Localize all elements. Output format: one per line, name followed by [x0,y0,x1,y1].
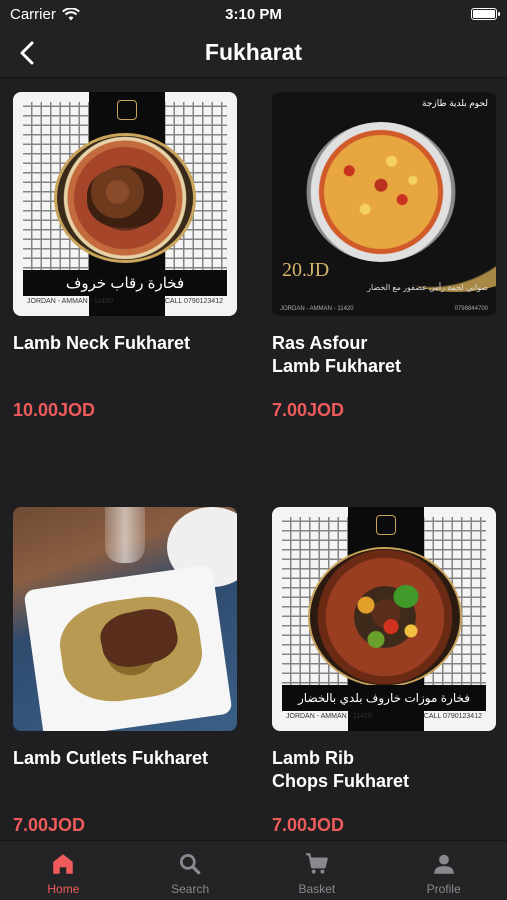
tab-basket[interactable]: Basket [254,841,381,900]
image-description: صواني لحمة رأس عصفور مع الخضار [367,283,488,292]
product-name[interactable]: Lamb Cutlets Fukharet [13,747,237,793]
status-left: Carrier [10,6,80,23]
product-price: 7.00JOD [272,815,345,835]
person-icon [433,854,454,874]
brand-logo [376,515,396,535]
tab-label: Search [171,882,210,896]
page-title: Fukharat [204,39,303,65]
product-name[interactable]: Lamb Rib Chops Fukharet [272,747,496,793]
tab-bar: Home Search Basket Profile [0,840,507,900]
tab-label: Profile [426,882,461,896]
tab-label: Home [47,882,80,896]
product-card[interactable]: فخارة رقاب خروف JORDAN - AMMAN - 11420 C… [13,92,237,421]
chevron-left-icon [20,41,34,65]
image-footer-right: CALL 0790123412 [164,298,223,305]
product-card[interactable]: Lamb Cutlets Fukharet 7.00JOD [13,507,237,836]
product-image[interactable]: لحوم بلدية طازجة 20.JD صواني لحمة رأس عص… [272,92,496,316]
image-footer-right: 0798844700 [454,306,488,312]
cart-icon [306,853,328,874]
home-icon [53,854,74,874]
back-button[interactable] [12,38,42,68]
status-bar: Carrier 3:10 PM [0,0,507,28]
image-banner: فخارة موزات خاروف بلدي بالخضار [282,685,486,711]
tab-search[interactable]: Search [127,841,254,900]
product-name[interactable]: Lamb Neck Fukharet [13,332,237,378]
product-image[interactable]: فخارة موزات خاروف بلدي بالخضار JORDAN - … [272,507,496,731]
product-card[interactable]: فخارة موزات خاروف بلدي بالخضار JORDAN - … [272,507,496,836]
image-banner: فخارة رقاب خروف [23,270,227,296]
image-footer-left: JORDAN - AMMAN - 11420 [286,713,372,720]
image-price-tag: 20.JD [282,259,330,281]
image-top-label: لحوم بلدية طازجة [422,98,488,108]
tab-home[interactable]: Home [0,841,127,900]
product-grid: فخارة رقاب خروف JORDAN - AMMAN - 11420 C… [0,78,507,840]
image-footer-left: JORDAN - AMMAN - 11420 [280,306,354,312]
product-image[interactable]: فخارة رقاب خروف JORDAN - AMMAN - 11420 C… [13,92,237,316]
battery-icon [471,8,500,20]
product-card[interactable]: لحوم بلدية طازجة 20.JD صواني لحمة رأس عص… [272,92,496,421]
brand-logo [117,100,137,120]
product-image[interactable] [13,507,237,731]
image-footer-left: JORDAN - AMMAN - 11420 [27,298,113,305]
tab-profile[interactable]: Profile [380,841,507,900]
wifi-icon [61,7,80,20]
carrier-label: Carrier [10,5,56,23]
nav-header: Fukharat [0,28,507,78]
image-footer-right: CALL 0790123412 [423,713,482,720]
product-price: 10.00JOD [13,400,96,420]
product-price: 7.00JOD [272,400,345,420]
search-icon [180,853,201,875]
product-name[interactable]: Ras Asfour Lamb Fukharet [272,332,496,378]
product-price: 7.00JOD [13,815,86,835]
tab-label: Basket [298,882,336,896]
